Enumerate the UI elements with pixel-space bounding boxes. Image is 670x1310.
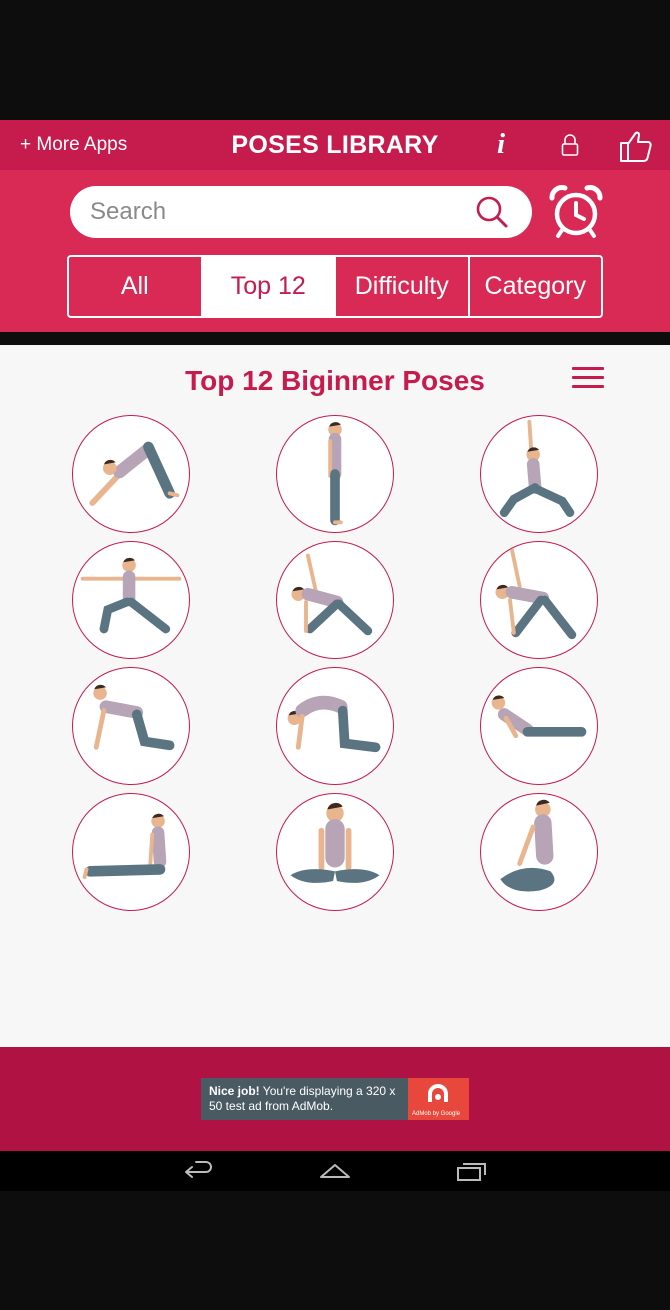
tab-all[interactable]: All <box>69 257 203 316</box>
home-icon[interactable] <box>318 1159 352 1183</box>
tab-top-12[interactable]: Top 12 <box>202 257 336 316</box>
pose-warrior-two[interactable] <box>72 541 190 659</box>
pose-easy[interactable] <box>480 793 598 911</box>
pose-cobra[interactable] <box>480 667 598 785</box>
ad-text: Nice job! You're displaying a 320 x 50 t… <box>201 1078 408 1120</box>
triangle-pose-icon <box>291 553 373 636</box>
warrior-one-pose-icon <box>499 419 575 518</box>
pose-cat[interactable] <box>276 667 394 785</box>
lock-icon[interactable] <box>560 133 580 157</box>
extended-triangle-pose-icon <box>495 547 577 640</box>
admob-brand: AdMob by Google <box>412 1111 461 1117</box>
system-nav-bar <box>0 1151 670 1191</box>
back-icon[interactable] <box>182 1159 216 1183</box>
filter-tabs: All Top 12 Difficulty Category <box>67 255 603 318</box>
search-input[interactable] <box>90 196 470 228</box>
pose-cow[interactable] <box>72 667 190 785</box>
downward-dog-pose-icon <box>89 441 180 506</box>
admob-banner[interactable]: Nice job! You're displaying a 320 x 50 t… <box>201 1078 469 1120</box>
pose-mountain[interactable] <box>276 415 394 533</box>
admob-icon <box>428 1084 448 1102</box>
poses-content: Top 12 Biginner Poses <box>0 345 670 1047</box>
thumbs-up-icon[interactable] <box>618 128 654 164</box>
search-panel: All Top 12 Difficulty Category <box>0 170 670 332</box>
mountain-pose-icon <box>328 422 343 526</box>
warrior-two-pose-icon <box>80 557 182 634</box>
pose-triangle[interactable] <box>276 541 394 659</box>
recent-apps-icon[interactable] <box>455 1159 489 1183</box>
cobra-pose-icon <box>491 695 587 739</box>
bound-angle-pose-icon <box>290 802 380 883</box>
cow-pose-icon <box>93 684 175 751</box>
pose-downward-dog[interactable] <box>72 415 190 533</box>
pose-warrior-one[interactable] <box>480 415 598 533</box>
search-icon[interactable] <box>472 194 512 230</box>
alarm-clock-icon[interactable] <box>548 184 604 240</box>
section-title: Top 12 Biginner Poses <box>185 365 485 396</box>
cat-pose-icon <box>287 695 381 753</box>
hamburger-menu-icon[interactable] <box>572 367 604 391</box>
info-icon[interactable]: i <box>488 128 514 162</box>
tab-difficulty[interactable]: Difficulty <box>336 257 470 316</box>
pose-extended-triangle[interactable] <box>480 541 598 659</box>
easy-pose-icon <box>500 799 555 892</box>
pose-staff[interactable] <box>72 793 190 911</box>
more-apps-link[interactable]: + More Apps <box>20 134 127 156</box>
search-box <box>70 186 532 238</box>
ad-text-bold: Nice job! <box>209 1084 260 1098</box>
staff-pose-icon <box>82 813 167 880</box>
tab-category[interactable]: Category <box>470 257 602 316</box>
admob-logo: AdMob by Google <box>408 1078 469 1120</box>
top-bar: + More Apps POSES LIBRARY i <box>0 120 670 170</box>
pose-bound-angle[interactable] <box>276 793 394 911</box>
ad-bar: Nice job! You're displaying a 320 x 50 t… <box>0 1047 670 1151</box>
app-screen: + More Apps POSES LIBRARY i Search All T… <box>0 0 670 1310</box>
